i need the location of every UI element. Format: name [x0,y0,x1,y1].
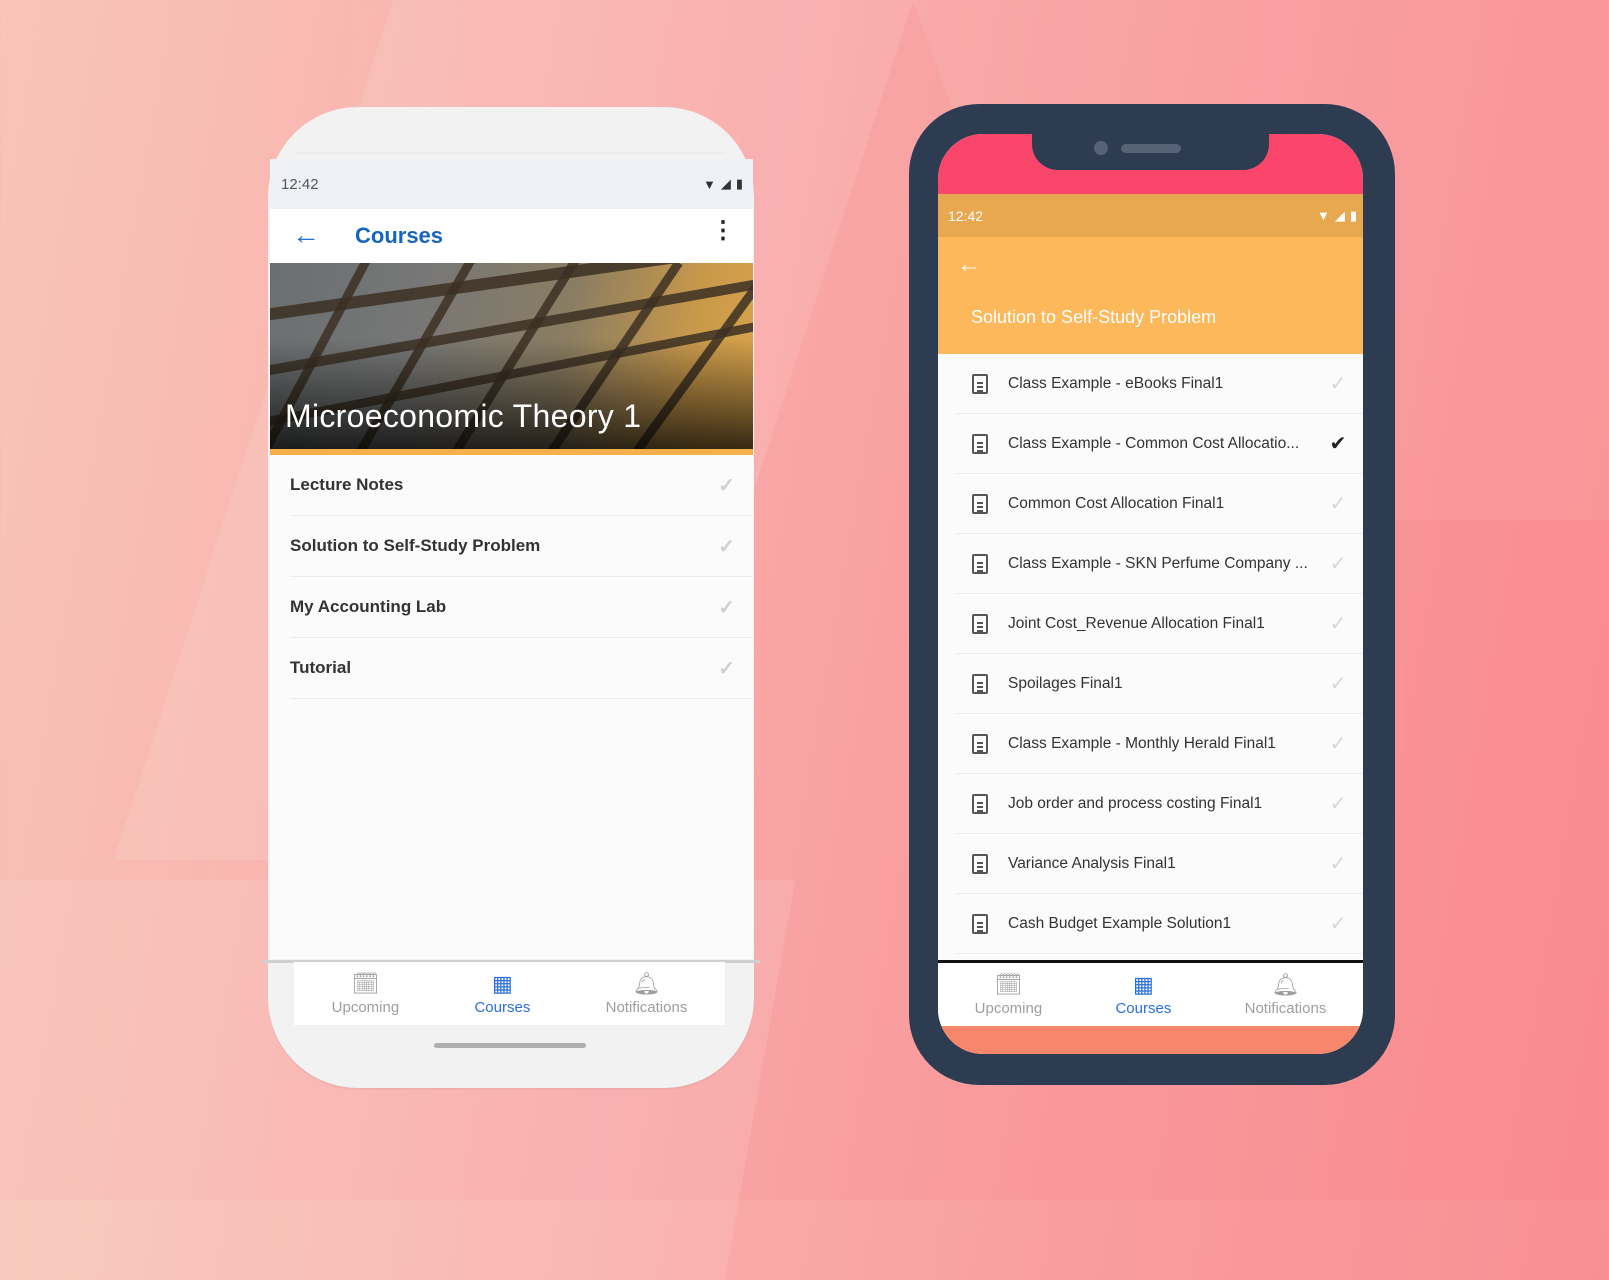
camera-icon [1094,141,1108,155]
check-icon: ✓ [718,657,735,680]
file-label: Spoilages Final1 [1008,674,1123,692]
right-phone-mockup: 12:42 ▼ ◢ ▮ ← Solution to Self-Study Pro… [909,104,1395,1085]
battery-icon: ▮ [1349,207,1357,223]
status-bar: 12:42 ▼ ◢ ▮ [270,159,753,209]
course-banner: Microeconomic Theory 1 [270,263,753,455]
document-icon [972,613,988,634]
back-arrow-icon[interactable]: ← [292,219,320,251]
nav-courses[interactable]: ▦ Courses [474,970,530,1016]
document-icon [972,673,988,694]
section-label: My Accounting Lab [290,597,447,616]
nav-courses[interactable]: ▦ Courses [1115,971,1171,1017]
bottom-navigation: 🗓︎ Upcoming ▦ Courses 🔔︎ Notifications [294,962,725,1025]
document-icon [972,733,988,754]
check-icon: ✓ [1329,373,1347,395]
list-item[interactable]: Job order and process costing Final1 ✓ [956,774,1363,834]
left-phone-mockup: 12:42 ▼ ◢ ▮ ← Courses ⋮ Microeconomic Th… [262,107,760,1088]
calendar-icon: 🗓︎ [994,971,1023,997]
check-icon: ✓ [1329,793,1347,815]
app-bar: ← Solution to Self-Study Problem [938,237,1363,354]
check-icon: ✓ [1329,673,1347,695]
file-label: Joint Cost_Revenue Allocation Final1 [1008,614,1265,632]
bottom-frame-strip [938,1026,1363,1054]
check-icon: ✓ [1329,613,1347,635]
bottom-navigation: 🗓︎ Upcoming ▦ Courses 🔔︎ Notifications [938,963,1363,1026]
list-item[interactable]: Class Example - Monthly Herald Final1 ✓ [956,714,1363,774]
check-icon: ✓ [718,535,735,558]
check-icon: ✓ [1329,853,1347,875]
grid-icon: ▦ [492,970,513,996]
right-phone-screen: 12:42 ▼ ◢ ▮ ← Solution to Self-Study Pro… [938,134,1363,1054]
file-list: Class Example - eBooks Final1 ✓ Class Ex… [938,354,1363,954]
back-arrow-icon[interactable]: ← [957,251,981,279]
bell-icon: 🔔︎ [632,970,661,996]
bell-icon: 🔔︎ [1271,971,1300,997]
file-label: Variance Analysis Final1 [1008,854,1176,872]
check-icon: ✓ [1329,913,1347,935]
section-label: Solution to Self-Study Problem [290,536,541,555]
page-title: Courses [355,223,444,248]
signal-icon: ◢ [1334,207,1345,223]
wifi-icon: ▼ [1316,208,1330,223]
check-icon: ✓ [1329,553,1347,575]
document-icon [972,913,988,934]
battery-icon: ▮ [735,176,743,191]
check-icon: ✔ [1329,433,1347,455]
file-label: Class Example - eBooks Final1 [1008,374,1224,392]
list-item[interactable]: Class Example - eBooks Final1 ✓ [956,354,1363,414]
phone-notch [1032,134,1269,170]
document-icon [972,373,988,394]
check-icon: ✓ [1329,493,1347,515]
file-label: Class Example - Monthly Herald Final1 [1008,734,1276,752]
page-title: Solution to Self-Study Problem [971,307,1217,327]
document-icon [972,853,988,874]
list-item[interactable]: Class Example - Common Cost Allocatio...… [956,414,1363,474]
document-icon [972,493,988,514]
list-item[interactable]: Spoilages Final1 ✓ [956,654,1363,714]
list-item[interactable]: Solution to Self-Study Problem ✓ [290,516,753,577]
status-bar: 12:42 ▼ ◢ ▮ [938,194,1363,237]
course-title: Microeconomic Theory 1 [285,398,642,434]
app-bar: ← Courses ⋮ [270,209,753,263]
more-vert-icon[interactable]: ⋮ [711,219,735,243]
file-label: Class Example - Common Cost Allocatio... [1008,434,1300,452]
document-icon [972,553,988,574]
calendar-icon: 🗓︎ [351,970,380,996]
status-time: 12:42 [948,207,984,224]
section-label: Tutorial [290,658,352,677]
file-label: Common Cost Allocation Final1 [1008,494,1225,512]
check-icon: ✓ [718,474,735,497]
check-icon: ✓ [718,596,735,619]
home-indicator[interactable] [434,1043,586,1048]
grid-icon: ▦ [1133,971,1154,997]
list-item[interactable]: Tutorial ✓ [290,638,753,699]
check-icon: ✓ [1329,733,1347,755]
list-item[interactable]: Cash Budget Example Solution1 ✓ [956,894,1363,954]
list-item[interactable]: Class Example - SKN Perfume Company ... … [956,534,1363,594]
speaker-icon [1121,144,1181,153]
list-item[interactable]: My Accounting Lab ✓ [290,577,753,638]
signal-icon: ◢ [720,176,731,191]
list-item[interactable]: Joint Cost_Revenue Allocation Final1 ✓ [956,594,1363,654]
document-icon [972,433,988,454]
document-icon [972,793,988,814]
list-item[interactable]: Lecture Notes ✓ [290,455,753,516]
section-label: Lecture Notes [290,475,404,494]
list-item[interactable]: Variance Analysis Final1 ✓ [956,834,1363,894]
nav-notifications[interactable]: 🔔︎ Notifications [1245,971,1327,1017]
wifi-icon: ▼ [702,176,716,192]
nav-upcoming[interactable]: 🗓︎ Upcoming [332,970,400,1016]
file-label: Job order and process costing Final1 [1008,794,1263,812]
file-label: Class Example - SKN Perfume Company ... [1008,554,1308,572]
course-section-list: Lecture Notes ✓ Solution to Self-Study P… [270,455,753,699]
file-label: Cash Budget Example Solution1 [1008,914,1232,932]
phone-top-divider [296,152,726,154]
status-time: 12:42 [281,175,319,193]
left-phone-screen: 12:42 ▼ ◢ ▮ ← Courses ⋮ Microeconomic Th… [270,159,753,959]
nav-upcoming[interactable]: 🗓︎ Upcoming [975,971,1043,1017]
nav-notifications[interactable]: 🔔︎ Notifications [606,970,688,1016]
list-item[interactable]: Common Cost Allocation Final1 ✓ [956,474,1363,534]
